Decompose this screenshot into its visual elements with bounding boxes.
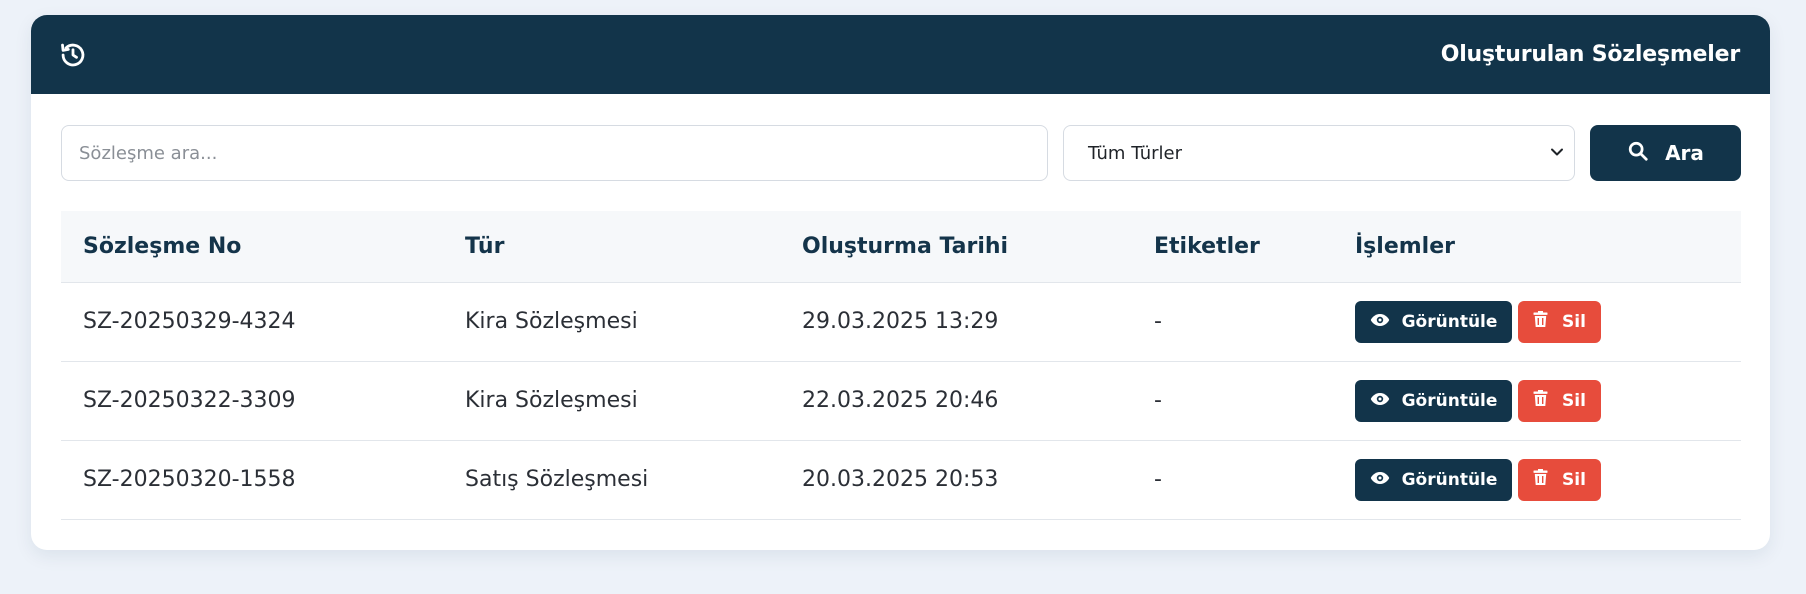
created-date-cell: 29.03.2025 13:29	[780, 282, 1132, 362]
search-button-label: Ara	[1665, 141, 1704, 165]
table-row: SZ-20250329-4324 Kira Sözleşmesi 29.03.2…	[61, 282, 1741, 362]
card-header: Oluşturulan Sözleşmeler	[31, 15, 1770, 94]
trash-icon	[1533, 468, 1548, 491]
contract-type-cell: Kira Sözleşmesi	[443, 282, 780, 362]
column-header-created-date: Oluşturma Tarihi	[780, 211, 1132, 283]
trash-icon	[1533, 389, 1548, 412]
delete-button[interactable]: Sil	[1518, 458, 1601, 501]
contracts-table: Sözleşme No Tür Oluşturma Tarihi Etiketl…	[61, 211, 1741, 520]
column-header-tags: Etiketler	[1132, 211, 1333, 283]
search-icon	[1627, 140, 1649, 167]
delete-button[interactable]: Sil	[1518, 379, 1601, 422]
eye-icon	[1370, 391, 1390, 411]
column-header-actions: İşlemler	[1333, 211, 1741, 283]
tags-cell: -	[1132, 282, 1333, 362]
contract-no-cell: SZ-20250329-4324	[61, 282, 443, 362]
eye-icon	[1370, 312, 1390, 332]
table-row: SZ-20250322-3309 Kira Sözleşmesi 22.03.2…	[61, 361, 1741, 441]
view-button-label: Görüntüle	[1401, 469, 1498, 490]
contracts-card: Oluşturulan Sözleşmeler Tüm Türler Ara	[31, 15, 1770, 550]
contract-no-cell: SZ-20250320-1558	[61, 440, 443, 520]
table-row: SZ-20250320-1558 Satış Sözleşmesi 20.03.…	[61, 440, 1741, 520]
view-button[interactable]: Görüntüle	[1355, 300, 1512, 343]
history-icon	[59, 40, 89, 70]
type-filter-value: Tüm Türler	[1088, 142, 1182, 164]
eye-icon	[1370, 470, 1390, 490]
created-date-cell: 22.03.2025 20:46	[780, 361, 1132, 441]
tags-cell: -	[1132, 440, 1333, 520]
contract-type-cell: Satış Sözleşmesi	[443, 440, 780, 520]
actions-cell: Görüntüle Sil	[1333, 440, 1741, 520]
view-button-label: Görüntüle	[1401, 390, 1498, 411]
view-button-label: Görüntüle	[1401, 311, 1498, 332]
search-input[interactable]	[61, 125, 1048, 181]
contract-type-cell: Kira Sözleşmesi	[443, 361, 780, 441]
created-date-cell: 20.03.2025 20:53	[780, 440, 1132, 520]
page-title: Oluşturulan Sözleşmeler	[1440, 42, 1740, 67]
column-header-type: Tür	[443, 211, 780, 283]
column-header-contract-no: Sözleşme No	[61, 211, 443, 283]
actions-cell: Görüntüle Sil	[1333, 361, 1741, 441]
type-filter-select[interactable]: Tüm Türler	[1063, 125, 1575, 181]
contract-no-cell: SZ-20250322-3309	[61, 361, 443, 441]
trash-icon	[1533, 310, 1548, 333]
delete-button[interactable]: Sil	[1518, 300, 1601, 343]
table-header-row: Sözleşme No Tür Oluşturma Tarihi Etiketl…	[61, 211, 1741, 283]
actions-cell: Görüntüle Sil	[1333, 282, 1741, 362]
tags-cell: -	[1132, 361, 1333, 441]
delete-button-label: Sil	[1562, 390, 1586, 411]
delete-button-label: Sil	[1562, 311, 1586, 332]
view-button[interactable]: Görüntüle	[1355, 379, 1512, 422]
search-button[interactable]: Ara	[1590, 125, 1741, 181]
view-button[interactable]: Görüntüle	[1355, 458, 1512, 501]
search-toolbar: Tüm Türler Ara	[61, 125, 1741, 181]
delete-button-label: Sil	[1562, 469, 1586, 490]
chevron-down-icon	[1550, 143, 1564, 164]
